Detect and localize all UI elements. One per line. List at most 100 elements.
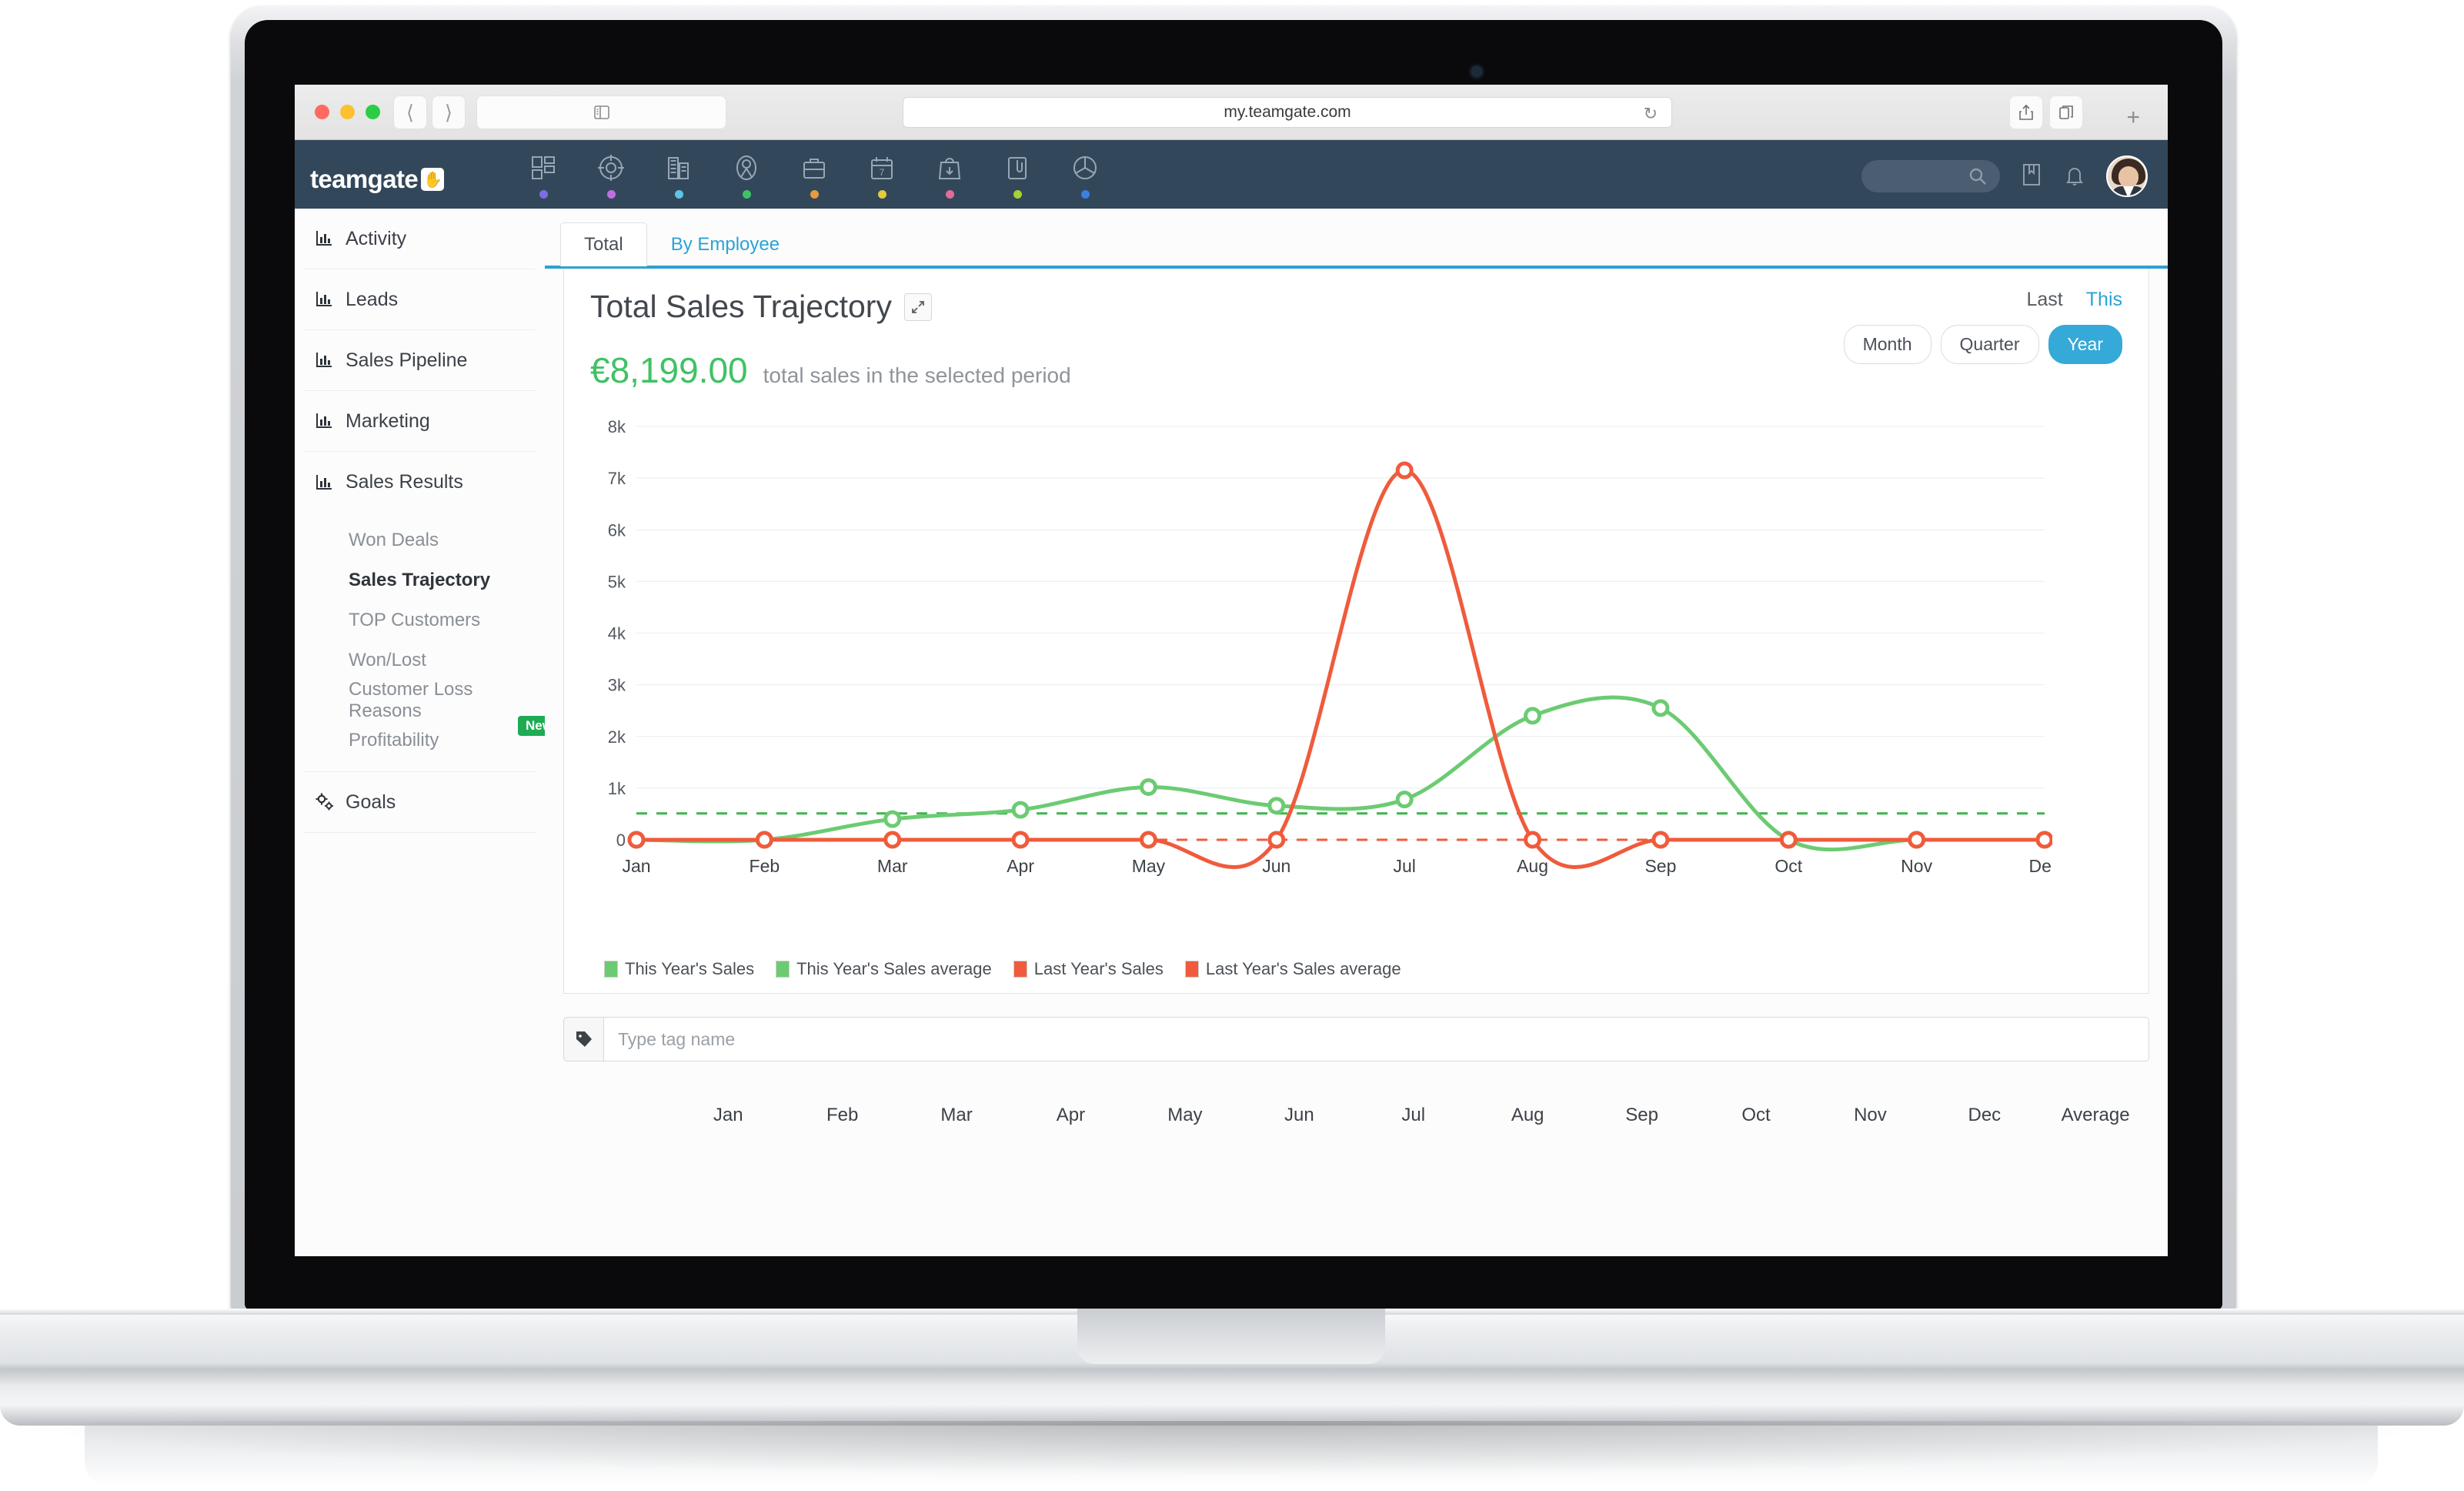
share-icon[interactable] — [2009, 95, 2043, 129]
y-axis-tick: 6k — [608, 520, 626, 540]
logo-badge-icon: ✋ — [421, 168, 445, 191]
search-input[interactable] — [1861, 160, 2000, 192]
sidebar-toggle-icon[interactable] — [476, 95, 726, 129]
period-quarter-button[interactable]: Quarter — [1940, 325, 2039, 364]
page-title: Total Sales Trajectory — [590, 289, 892, 324]
expand-arrows-icon[interactable] — [903, 293, 932, 321]
tag-icon — [563, 1017, 603, 1061]
tab-total[interactable]: Total — [560, 222, 647, 266]
knowledge-base-icon[interactable] — [2020, 162, 2043, 191]
sidebar-subitem-label: Won Deals — [349, 530, 439, 550]
teamgate-logo[interactable]: teamgate ✋ — [310, 165, 445, 194]
sidebar-item-sales-pipeline[interactable]: Sales Pipeline — [304, 330, 536, 391]
data-point — [1524, 707, 1542, 725]
sidebar-item-profitability[interactable]: Profitability New — [304, 716, 560, 761]
nav-target[interactable] — [593, 152, 629, 199]
sidebar-item-customer-loss-reasons[interactable]: Customer Loss Reasons — [304, 679, 536, 721]
nav-reports[interactable] — [1067, 152, 1103, 199]
sidebar-item-won-lost[interactable]: Won/Lost — [304, 640, 536, 680]
y-axis-tick: 5k — [608, 572, 626, 591]
data-point — [883, 831, 902, 849]
period-last-link[interactable]: Last — [2027, 289, 2063, 311]
sidebar-subitem-label: Won/Lost — [349, 650, 426, 670]
sidebar-item-goals[interactable]: Goals — [304, 772, 536, 833]
period-month-button[interactable]: Month — [1843, 325, 1931, 364]
sidebar-subitem-label: Customer Loss Reasons — [349, 679, 473, 721]
data-point — [1395, 461, 1414, 480]
data-point — [1139, 831, 1157, 849]
window-controls[interactable] — [315, 105, 380, 119]
report-panel: Total Sales Trajectory Last This Month Q… — [563, 269, 2149, 994]
forward-icon[interactable]: ⟩ — [432, 95, 466, 129]
nav-dot — [810, 190, 819, 199]
x-axis-tick: May — [1132, 856, 1166, 876]
nav-dot — [1080, 190, 1090, 199]
tab-overview-icon[interactable] — [2049, 95, 2083, 129]
sales-trajectory-chart: 0 1k 2k 3k 4k 5k 6k 7k 8k Jan Feb Mar Apr May Jun Jul Au… — [590, 413, 2122, 951]
chrome-actions — [2009, 95, 2083, 129]
x-axis-tick: Dec — [2029, 856, 2052, 876]
y-axis-tick: 0 — [616, 831, 626, 850]
x-axis-tick: Jul — [1393, 856, 1415, 876]
close-icon[interactable] — [315, 105, 329, 119]
series-line — [634, 695, 2047, 852]
nav-tasks[interactable] — [1000, 152, 1035, 199]
period-year-button[interactable]: Year — [2048, 325, 2122, 364]
sidebar-item-top-customers[interactable]: TOP Customers — [304, 600, 536, 640]
nav-dot — [606, 190, 616, 199]
nav-dot — [674, 190, 683, 199]
monthly-table: Jan Feb Mar Apr May Jun Jul Aug Sep Oct Nov Dec Aver… — [563, 1105, 2149, 1126]
sidebar-item-sales-results[interactable]: Sales Results — [304, 452, 536, 513]
sidebar-item-marketing[interactable]: Marketing — [304, 391, 536, 452]
nav-dashboard[interactable] — [526, 152, 561, 199]
tag-name-input[interactable] — [603, 1017, 2149, 1061]
nav-orders[interactable] — [932, 152, 967, 199]
sidebar: Activity Leads Sales Pipeline Marketing … — [295, 209, 560, 1256]
data-point — [1524, 831, 1542, 849]
legend-item[interactable]: This Year's Sales — [604, 959, 754, 979]
laptop-shadow — [31, 1421, 2432, 1475]
bar-chart-icon — [316, 231, 332, 246]
legend-label: Last Year's Sales — [1033, 959, 1164, 978]
y-axis-tick: 2k — [608, 727, 626, 747]
x-axis-tick: Mar — [877, 856, 908, 876]
bar-chart-icon — [316, 353, 332, 367]
table-column-header: Jun — [1284, 1105, 1314, 1125]
sidebar-item-won-deals[interactable]: Won Deals — [304, 520, 536, 560]
bar-chart-icon — [316, 474, 332, 490]
notifications-icon[interactable] — [2063, 162, 2086, 191]
table-column-header: Jul — [1401, 1105, 1426, 1125]
legend-item[interactable]: Last Year's Sales average — [1184, 959, 1401, 979]
table-column-header: Mar — [940, 1105, 973, 1125]
nav-companies[interactable] — [661, 152, 696, 199]
sidebar-item-leads[interactable]: Leads — [304, 269, 536, 330]
nav-calendar[interactable]: 7 — [864, 152, 900, 199]
nav-deals[interactable] — [796, 152, 832, 199]
sidebar-item-sales-trajectory[interactable]: Sales Trajectory — [304, 560, 536, 600]
table-column-header: Dec — [1968, 1105, 2002, 1125]
legend-item[interactable]: Last Year's Sales — [1013, 959, 1164, 979]
sidebar-subitem-label: Profitability — [349, 730, 439, 751]
x-axis-tick: Sep — [1644, 856, 1676, 876]
nav-dot — [945, 190, 954, 199]
maximize-icon[interactable] — [366, 105, 380, 119]
sidebar-item-label: Sales Results — [346, 471, 463, 493]
minimize-icon[interactable] — [340, 105, 355, 119]
period-this-link[interactable]: This — [2086, 289, 2122, 311]
nav-people[interactable] — [729, 152, 764, 199]
nav-dot — [742, 190, 751, 199]
sidebar-item-activity[interactable]: Activity — [304, 209, 536, 269]
app-body: Activity Leads Sales Pipeline Marketing … — [295, 209, 2168, 1256]
address-bar[interactable]: my.teamgate.com ↻ — [903, 97, 1672, 128]
tab-by-employee[interactable]: By Employee — [647, 222, 803, 266]
data-point — [1651, 831, 1670, 849]
legend-item[interactable]: This Year's Sales average — [776, 959, 992, 979]
main-content: Total By Employee Total Sales Trajectory — [545, 209, 2168, 1256]
new-tab-button[interactable]: + — [2126, 105, 2140, 131]
back-icon[interactable]: ⟨ — [393, 95, 427, 129]
tag-filter-row — [563, 1017, 2149, 1061]
reload-icon[interactable]: ↻ — [1644, 104, 1658, 124]
period-words: Last This — [1844, 289, 2123, 311]
avatar[interactable] — [2106, 155, 2148, 197]
table-column-header: Feb — [826, 1105, 859, 1125]
